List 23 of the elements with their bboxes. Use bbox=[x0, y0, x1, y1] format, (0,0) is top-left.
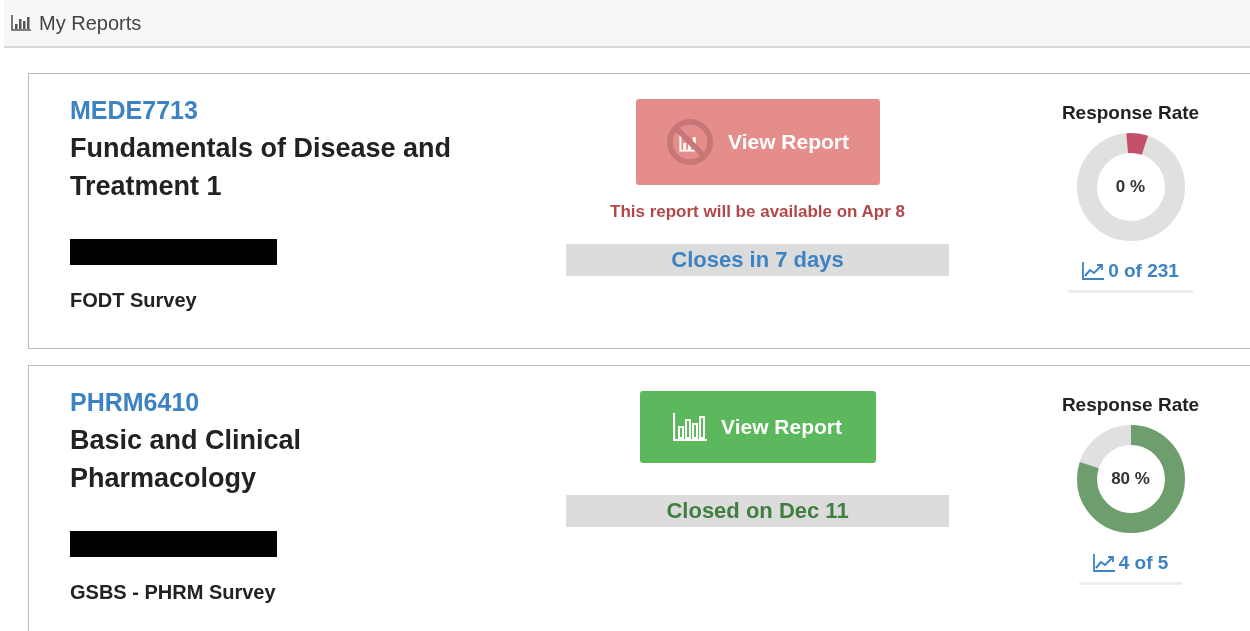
course-name: Basic and Clinical Pharmacology bbox=[70, 424, 303, 495]
bar-chart-icon bbox=[673, 413, 708, 441]
page-title: My Reports bbox=[39, 11, 142, 35]
response-rate-value: 80 % bbox=[1111, 469, 1150, 489]
survey-name: GSBS - PHRM Survey bbox=[70, 581, 277, 604]
response-count-link[interactable]: 0 of 231 bbox=[1068, 260, 1193, 293]
survey-name: FODT Survey bbox=[70, 289, 198, 312]
course-code-link[interactable]: PHRM6410 bbox=[70, 388, 525, 417]
response-rate-title: Response Rate bbox=[1061, 102, 1200, 124]
status-banner: Closes in 7 days bbox=[566, 244, 950, 276]
trend-chart-icon bbox=[1082, 262, 1105, 280]
response-count-link[interactable]: 4 of 5 bbox=[1078, 552, 1183, 585]
course-name: Fundamentals of Disease and Treatment 1 bbox=[70, 132, 453, 203]
response-rate-value: 0 % bbox=[1115, 177, 1146, 197]
view-report-button[interactable]: View Report bbox=[635, 99, 880, 185]
no-chart-icon bbox=[666, 118, 715, 166]
bar-chart-icon bbox=[11, 15, 31, 31]
status-banner: Closed on Dec 11 bbox=[566, 495, 950, 527]
response-rate-title: Response Rate bbox=[1061, 394, 1200, 416]
availability-note: This report will be available on Apr 8 bbox=[610, 202, 906, 222]
view-report-button[interactable]: View Report bbox=[639, 391, 876, 463]
trend-chart-icon bbox=[1092, 554, 1115, 572]
course-code-link[interactable]: MEDE7713 bbox=[70, 96, 525, 125]
